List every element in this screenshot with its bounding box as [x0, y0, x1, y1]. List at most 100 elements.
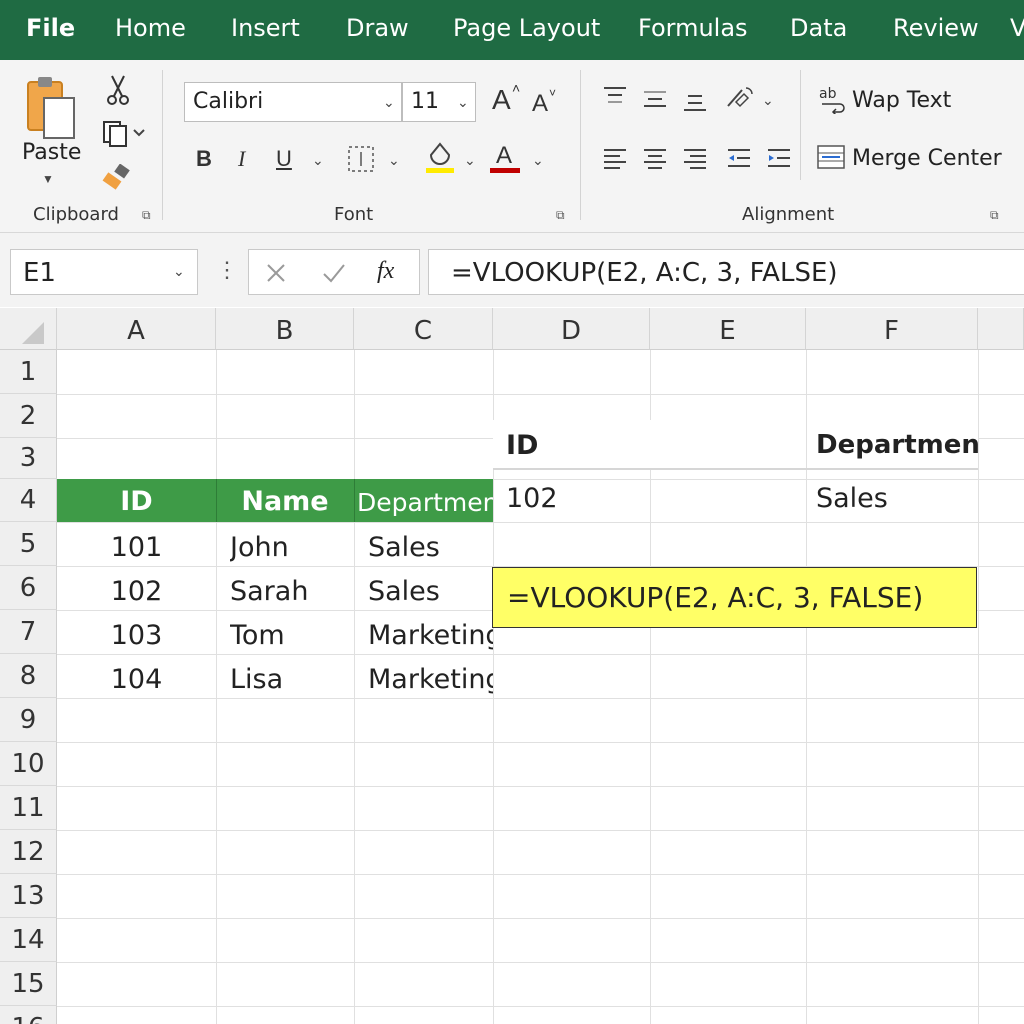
- menu-data[interactable]: Data: [790, 14, 847, 42]
- font-name-select[interactable]: Calibri ⌄: [184, 82, 402, 122]
- chevron-down-icon[interactable]: ⌄: [532, 152, 544, 169]
- copy-icon[interactable]: [102, 120, 146, 153]
- menu-view[interactable]: V: [1010, 14, 1024, 42]
- menu-home[interactable]: Home: [115, 14, 186, 42]
- clipboard-launcher-icon[interactable]: ⧉: [142, 208, 151, 223]
- cell-b6[interactable]: Sarah: [230, 576, 354, 607]
- name-box[interactable]: E1 ⌄: [10, 249, 198, 295]
- cell-a5[interactable]: 101: [57, 532, 216, 563]
- merge-center-icon[interactable]: [816, 142, 846, 177]
- cancel-icon[interactable]: [265, 262, 287, 284]
- row-header-13[interactable]: 13: [0, 874, 57, 918]
- cell-c6[interactable]: Sales: [368, 576, 493, 607]
- paste-icon[interactable]: [24, 74, 78, 144]
- row-header-5[interactable]: 5: [0, 522, 57, 566]
- row-header-7[interactable]: 7: [0, 610, 57, 654]
- chevron-down-icon[interactable]: ⌄: [464, 152, 476, 169]
- cell-b7[interactable]: Tom: [230, 620, 354, 651]
- alignment-launcher-icon[interactable]: ⧉: [990, 208, 999, 223]
- column-header-e[interactable]: E: [650, 308, 806, 350]
- column-header-d[interactable]: D: [493, 308, 650, 350]
- row-header-8[interactable]: 8: [0, 654, 57, 698]
- enter-check-icon[interactable]: [321, 262, 347, 284]
- cell-a8[interactable]: 104: [57, 664, 216, 695]
- select-all-corner[interactable]: [0, 308, 57, 350]
- menu-file[interactable]: File: [26, 14, 75, 42]
- paste-dropdown-icon[interactable]: ▼: [42, 172, 54, 186]
- more-options-icon[interactable]: ⋮: [216, 257, 238, 283]
- worksheet-grid[interactable]: 16151413121110987654321 A B C D E F ID N…: [0, 308, 1024, 1024]
- wrap-text-icon[interactable]: ab: [818, 84, 848, 119]
- menu-draw[interactable]: Draw: [346, 14, 409, 42]
- chevron-down-icon[interactable]: ⌄: [388, 152, 400, 169]
- row-header-3[interactable]: 3: [0, 438, 57, 479]
- row-header-12[interactable]: 12: [0, 830, 57, 874]
- row-header-6[interactable]: 6: [0, 566, 57, 610]
- lookup-department-value[interactable]: Sales: [816, 483, 888, 514]
- font-color-button[interactable]: A: [496, 142, 512, 170]
- chevron-down-icon[interactable]: ⌄: [762, 92, 774, 109]
- increase-indent-icon[interactable]: [766, 146, 792, 175]
- formula-input[interactable]: =VLOOKUP(E2, A:C, 3, FALSE): [428, 249, 1024, 295]
- underline-button[interactable]: U: [276, 146, 292, 172]
- wrap-text-button[interactable]: Wap Text: [852, 88, 951, 113]
- column-header-g[interactable]: [978, 308, 1024, 350]
- insert-function-button[interactable]: fx: [377, 258, 394, 285]
- cell-c7[interactable]: Marketing: [368, 620, 493, 651]
- menu-insert[interactable]: Insert: [231, 14, 300, 42]
- menu-review[interactable]: Review: [893, 14, 979, 42]
- chevron-down-icon[interactable]: ⌄: [312, 152, 324, 169]
- lookup-id-label[interactable]: ID: [506, 430, 538, 461]
- merge-center-button[interactable]: Merge Center: [852, 146, 1002, 171]
- row-header-9[interactable]: 9: [0, 698, 57, 742]
- increase-font-button[interactable]: A: [492, 84, 511, 116]
- row-header-16[interactable]: 16: [0, 1006, 57, 1024]
- gridline: [57, 742, 1024, 743]
- cell-c8[interactable]: Marketing: [368, 664, 493, 695]
- column-header-c[interactable]: C: [354, 308, 493, 350]
- orientation-icon[interactable]: [724, 84, 754, 117]
- fill-color-icon[interactable]: [424, 140, 456, 179]
- decrease-font-button[interactable]: A: [532, 90, 548, 118]
- cut-icon[interactable]: [104, 74, 132, 111]
- cell-a6[interactable]: 102: [57, 576, 216, 607]
- italic-button[interactable]: I: [238, 146, 245, 172]
- header-department[interactable]: Departmen: [357, 488, 493, 517]
- lookup-id-value[interactable]: 102: [506, 483, 558, 514]
- row-header-14[interactable]: 14: [0, 918, 57, 962]
- row-header-2[interactable]: 2: [0, 394, 57, 438]
- format-painter-icon[interactable]: [102, 163, 132, 197]
- menu-formulas[interactable]: Formulas: [638, 14, 748, 42]
- top-align-icon[interactable]: [602, 84, 628, 113]
- column-header-a[interactable]: A: [57, 308, 216, 350]
- cell-b5[interactable]: John: [230, 532, 354, 563]
- row-header-11[interactable]: 11: [0, 786, 57, 830]
- font-size-select[interactable]: 11 ⌄: [402, 82, 476, 122]
- bottom-align-icon[interactable]: [682, 90, 708, 119]
- bold-button[interactable]: B: [196, 146, 212, 172]
- font-launcher-icon[interactable]: ⧉: [556, 208, 565, 223]
- chevron-down-icon[interactable]: ⌄: [173, 264, 185, 280]
- borders-icon[interactable]: [346, 144, 376, 179]
- column-header-f[interactable]: F: [806, 308, 978, 350]
- gridline: [806, 420, 807, 468]
- cell-a7[interactable]: 103: [57, 620, 216, 651]
- cell-b8[interactable]: Lisa: [230, 664, 354, 695]
- align-center-icon[interactable]: [642, 146, 668, 175]
- row-header-4[interactable]: 4: [0, 479, 57, 522]
- middle-align-icon[interactable]: [642, 88, 668, 117]
- header-id[interactable]: ID: [57, 486, 216, 517]
- align-right-icon[interactable]: [682, 146, 708, 175]
- header-name[interactable]: Name: [216, 486, 354, 517]
- column-header-b[interactable]: B: [216, 308, 354, 350]
- decrease-indent-icon[interactable]: [726, 146, 752, 175]
- menu-page-layout[interactable]: Page Layout: [453, 14, 600, 42]
- paste-button[interactable]: Paste: [22, 140, 81, 165]
- row-header-15[interactable]: 15: [0, 962, 57, 1006]
- row-header-1[interactable]: 1: [0, 350, 57, 394]
- highlighted-formula-box[interactable]: =VLOOKUP(E2, A:C, 3, FALSE): [492, 567, 977, 628]
- row-header-10[interactable]: 10: [0, 742, 57, 786]
- lookup-department-label[interactable]: Department: [816, 430, 978, 460]
- align-left-icon[interactable]: [602, 146, 628, 175]
- cell-c5[interactable]: Sales: [368, 532, 493, 563]
